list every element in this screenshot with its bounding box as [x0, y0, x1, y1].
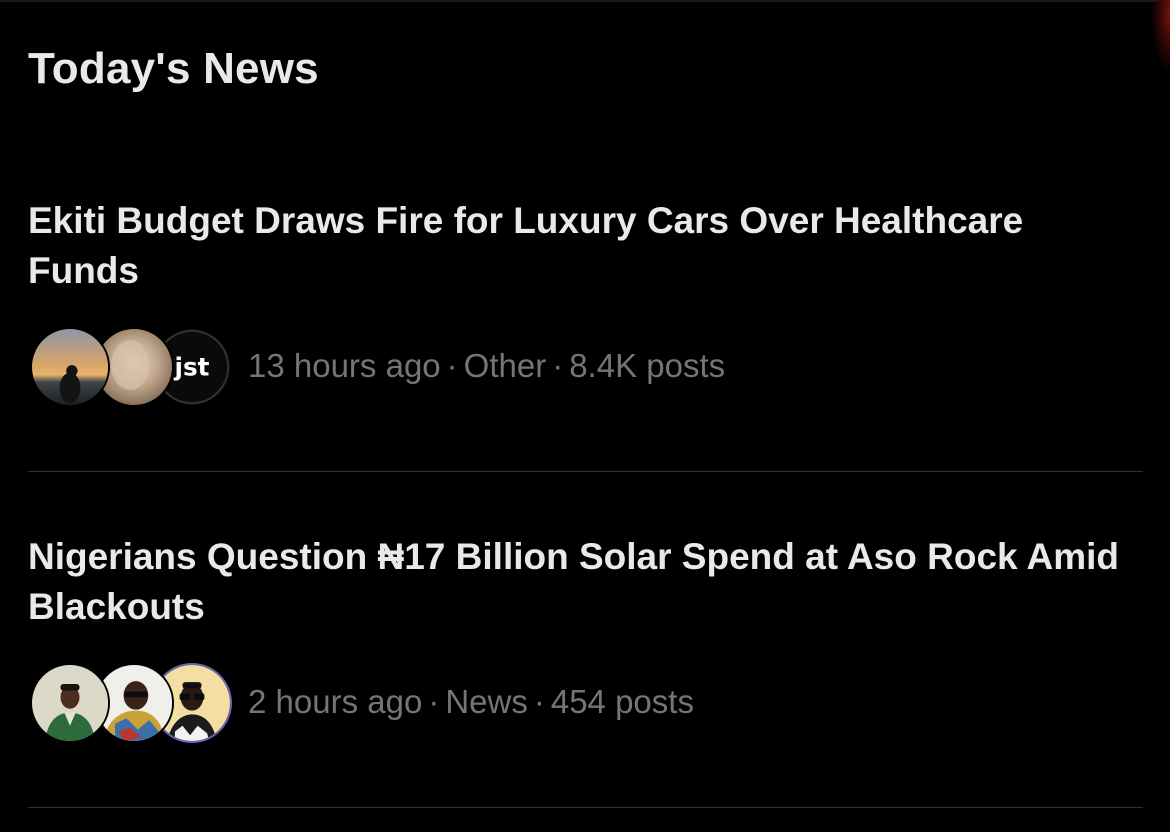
news-item[interactable]: Ekiti Budget Draws Fire for Luxury Cars … — [28, 196, 1144, 407]
meta-separator: · — [533, 683, 545, 720]
news-meta-row: jst 13 hours ago · Other · 8.4K posts — [28, 326, 928, 412]
list-divider — [28, 807, 1143, 808]
sunset-silhouette-avatar — [30, 327, 110, 407]
svg-text:jst: jst — [174, 353, 210, 382]
news-time: 13 hours ago — [248, 347, 441, 384]
news-post-count: 8.4K posts — [569, 347, 726, 384]
meta-separator: · — [446, 347, 458, 384]
section-title: Today's News — [28, 44, 319, 93]
list-divider — [28, 471, 1143, 472]
news-headline[interactable]: Ekiti Budget Draws Fire for Luxury Cars … — [28, 196, 1144, 296]
corner-image-edge — [1152, 0, 1170, 70]
news-headline[interactable]: Nigerians Question ₦17 Billion Solar Spe… — [28, 532, 1144, 632]
meta-separator: · — [552, 347, 564, 384]
news-category: Other — [463, 347, 547, 384]
news-post-count: 454 posts — [550, 683, 694, 720]
news-item[interactable]: Nigerians Question ₦17 Billion Solar Spe… — [28, 532, 1144, 743]
top-divider — [0, 0, 1170, 2]
avatar-stack[interactable] — [30, 662, 232, 748]
news-meta: 2 hours ago · News · 454 posts — [248, 680, 694, 724]
news-time: 2 hours ago — [248, 683, 423, 720]
man-green-suit-avatar — [30, 663, 110, 743]
avatar-stack[interactable]: jst — [30, 326, 232, 412]
news-meta-row: 2 hours ago · News · 454 posts — [28, 662, 928, 748]
news-meta: 13 hours ago · Other · 8.4K posts — [248, 344, 725, 388]
meta-separator: · — [428, 683, 440, 720]
news-category: News — [445, 683, 528, 720]
